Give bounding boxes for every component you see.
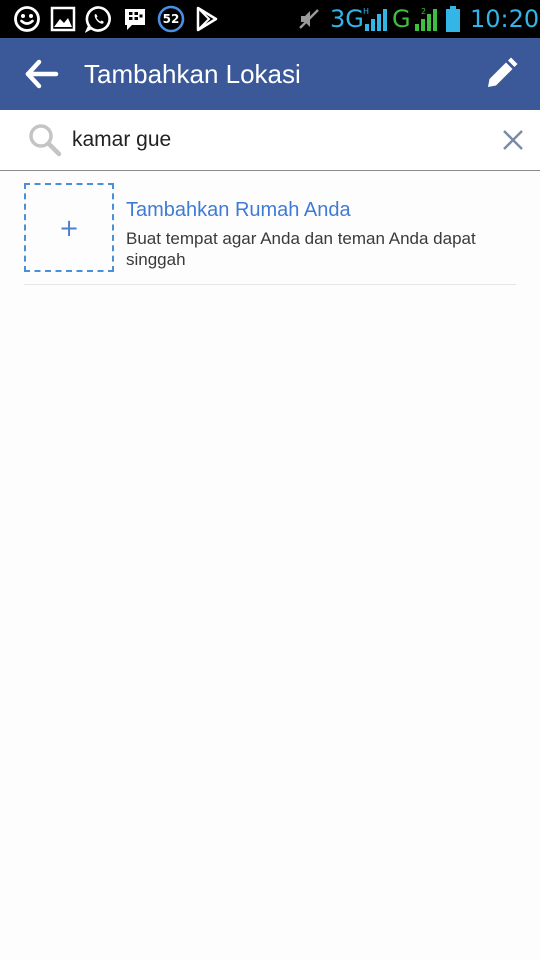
search-icon — [28, 123, 62, 157]
network-3g-label: 3G — [330, 5, 364, 33]
clock: 10:20 — [470, 5, 540, 33]
signal-g-icon: 2 — [412, 4, 438, 34]
page-title: Tambahkan Lokasi — [84, 59, 301, 89]
plus-icon: + — [58, 213, 80, 242]
edit-button[interactable] — [482, 55, 520, 93]
notification-count-icon: 52 — [156, 4, 186, 34]
back-arrow-icon — [25, 59, 59, 89]
close-icon — [503, 130, 523, 150]
search-bar — [0, 110, 540, 171]
notification-count: 52 — [162, 12, 180, 26]
battery-icon — [444, 4, 462, 34]
smiley-icon — [12, 4, 42, 34]
mute-icon — [296, 4, 322, 34]
list-item-title: Tambahkan Rumah Anda — [126, 199, 351, 221]
app-bar: Tambahkan Lokasi — [0, 38, 540, 110]
network-g-label: G — [392, 5, 411, 33]
clear-search-button[interactable] — [500, 127, 526, 153]
svg-text:2: 2 — [421, 7, 426, 16]
status-bar: 52 3G H G 2 10:20 — [0, 0, 540, 38]
image-icon — [49, 4, 77, 34]
add-photo-placeholder[interactable]: + — [24, 183, 114, 272]
whatsapp-icon — [84, 4, 114, 34]
list-item-subtitle: Buat tempat agar Anda dan teman Anda dap… — [126, 229, 476, 269]
bbm-icon — [121, 4, 149, 34]
add-home-list-item[interactable]: + Tambahkan Rumah Anda Buat tempat agar … — [24, 183, 516, 285]
search-input[interactable] — [72, 118, 472, 162]
signal-3g-icon: H — [362, 4, 388, 34]
back-button[interactable] — [22, 56, 62, 92]
play-store-icon — [194, 4, 220, 34]
pencil-icon — [488, 57, 518, 87]
svg-text:H: H — [363, 7, 369, 16]
